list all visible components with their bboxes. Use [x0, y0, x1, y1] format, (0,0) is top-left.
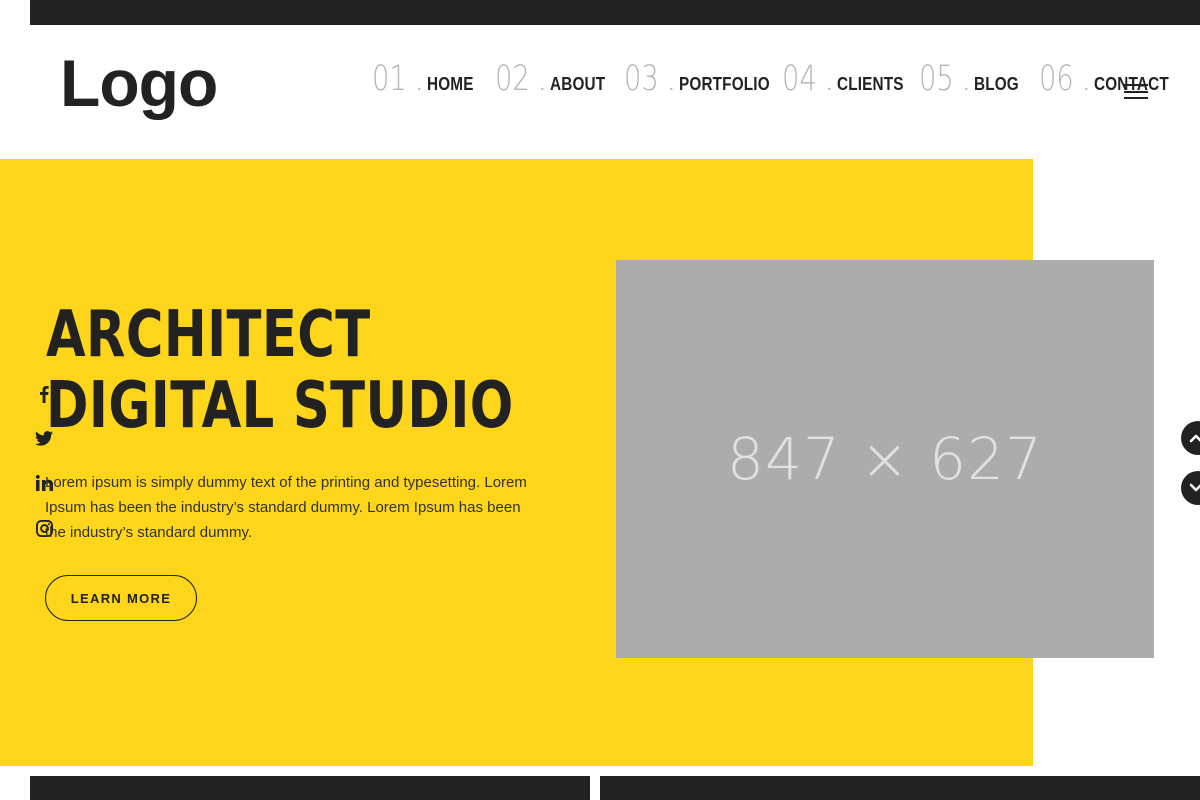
twitter-icon[interactable] — [34, 428, 54, 448]
hero-image-placeholder: 847 × 627 — [616, 260, 1154, 658]
top-bar — [30, 0, 1200, 25]
scroll-down-button[interactable] — [1181, 471, 1200, 505]
nav-separator: . — [826, 73, 833, 95]
nav-separator: . — [539, 73, 546, 95]
nav-item-contact[interactable]: 06. CONTACT — [1039, 62, 1182, 97]
nav-item-clients[interactable]: 04. CLIENTS — [782, 62, 915, 97]
learn-more-button[interactable]: LEARN MORE — [45, 575, 197, 621]
nav-number: 02 — [495, 59, 530, 99]
nav-label: CLIENTS — [836, 74, 904, 94]
nav-separator: . — [1083, 73, 1090, 95]
placeholder-dimensions: 847 × 627 — [727, 425, 1043, 493]
nav-number: 04 — [782, 59, 817, 99]
nav-item-portfolio[interactable]: 03. PORTFOLIO — [624, 62, 785, 97]
nav-item-home[interactable]: 01. HOME — [372, 62, 481, 97]
nav-item-about[interactable]: 02. ABOUT — [495, 62, 615, 97]
nav-number: 01 — [372, 59, 407, 99]
nav-label: HOME — [426, 74, 474, 94]
nav-separator: . — [416, 73, 423, 95]
nav-label: BLOG — [973, 74, 1019, 94]
hero-title-line-1: ARCHITECT — [46, 298, 371, 372]
nav-separator: . — [668, 73, 675, 95]
hero-description: Lorem ipsum is simply dummy text of the … — [45, 474, 527, 541]
scroll-up-button[interactable] — [1181, 421, 1200, 455]
nav-number: 06 — [1039, 59, 1074, 99]
hero-title-line-2: DIGITAL STUDIO — [46, 369, 514, 443]
hero-title: ARCHITECT DIGITAL STUDIO — [46, 300, 514, 442]
bottom-card-right — [600, 776, 1200, 800]
nav-label: PORTFOLIO — [678, 74, 770, 94]
nav-number: 05 — [919, 59, 954, 99]
nav-label: ABOUT — [549, 74, 605, 94]
nav-separator: . — [963, 73, 970, 95]
nav-item-blog[interactable]: 05. BLOG — [919, 62, 1026, 97]
hamburger-menu-icon[interactable] — [1124, 84, 1148, 99]
chevron-down-icon — [1189, 483, 1200, 492]
bottom-card-left — [30, 776, 590, 800]
logo[interactable]: Logo — [60, 50, 218, 116]
facebook-icon[interactable] — [34, 384, 54, 404]
chevron-up-icon — [1189, 434, 1200, 443]
nav-number: 03 — [624, 59, 659, 99]
